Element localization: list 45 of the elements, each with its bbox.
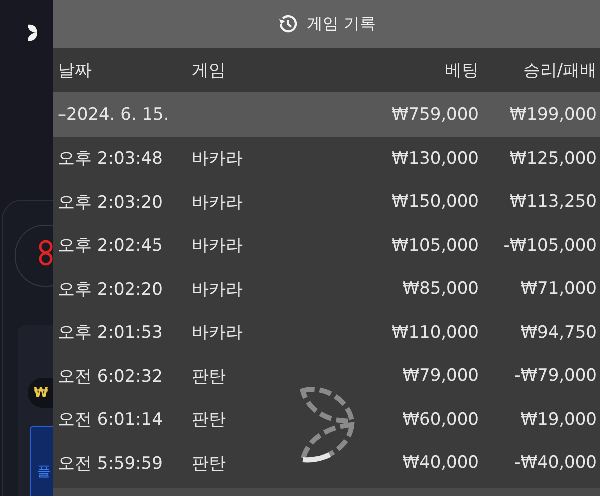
table-cell-text: ₩125,000	[508, 148, 597, 169]
table-cell-text: -₩40,000	[514, 453, 597, 474]
modal-title: 게임 기록	[306, 14, 376, 34]
table-cell-text: 판탄	[192, 452, 227, 475]
table-cell-text: 오후 2:03:48	[58, 148, 164, 170]
table-cell-text: 오후 2:03:20	[58, 192, 164, 214]
table-cell-text: 오후 2:02:45	[58, 235, 164, 258]
column-header: 승리/패배	[522, 60, 597, 82]
table-cell-text: 판탄	[192, 366, 227, 388]
play-button[interactable]: 플	[30, 426, 53, 496]
table-cell-text: ₩150,000	[390, 192, 479, 212]
date-group-label: –2024. 6. 15.	[58, 104, 170, 124]
table-cell-text: ₩94,750	[520, 322, 597, 343]
table-cell-text: ₩759,000	[390, 104, 479, 124]
table-cell-text: ₩79,000	[402, 366, 479, 386]
ring-icon	[39, 240, 53, 266]
table-cell-text: ₩199,000	[508, 104, 597, 124]
history-icon	[276, 13, 299, 35]
column-header: 게임	[192, 60, 227, 82]
logo-icon	[28, 24, 38, 42]
table-cell-text: -₩105,000	[502, 236, 597, 256]
table-cell-text: 바카라	[192, 322, 244, 344]
table-cell-text: ₩71,000	[520, 279, 597, 300]
table-cell-text: ₩113,250	[508, 192, 597, 212]
table-cell-text: ₩40,000	[402, 453, 479, 474]
table-cell-text: ₩110,000	[390, 322, 479, 343]
table-cell-text: ₩105,000	[390, 236, 479, 256]
table-cell-text: 바카라	[192, 192, 244, 214]
table-cell-text: ₩60,000	[402, 410, 479, 430]
table-cell-text: ₩130,000	[390, 148, 479, 169]
table-cell-text: 오후 2:02:20	[58, 278, 164, 301]
table-cell-text: 바카라	[192, 148, 244, 170]
loading-spinner-icon	[300, 385, 356, 463]
column-header: 날짜	[58, 60, 93, 82]
table-cell-text: 판탄	[192, 409, 227, 432]
table-cell-text: -₩79,000	[514, 366, 597, 386]
table-cell-text: ₩19,000	[520, 410, 597, 430]
column-header: 베팅	[444, 60, 479, 82]
table-cell-text: 오전 5:59:59	[58, 452, 164, 475]
table-cell-text: 오후 2:01:53	[58, 322, 164, 344]
table-cell-text: ₩85,000	[402, 279, 479, 300]
table-cell-text: 오전 6:02:32	[58, 366, 164, 388]
table-cell-text: 오전 6:01:14	[58, 409, 164, 432]
table-cell-text: 바카라	[192, 278, 244, 301]
table-cell-text: 바카라	[192, 235, 244, 258]
